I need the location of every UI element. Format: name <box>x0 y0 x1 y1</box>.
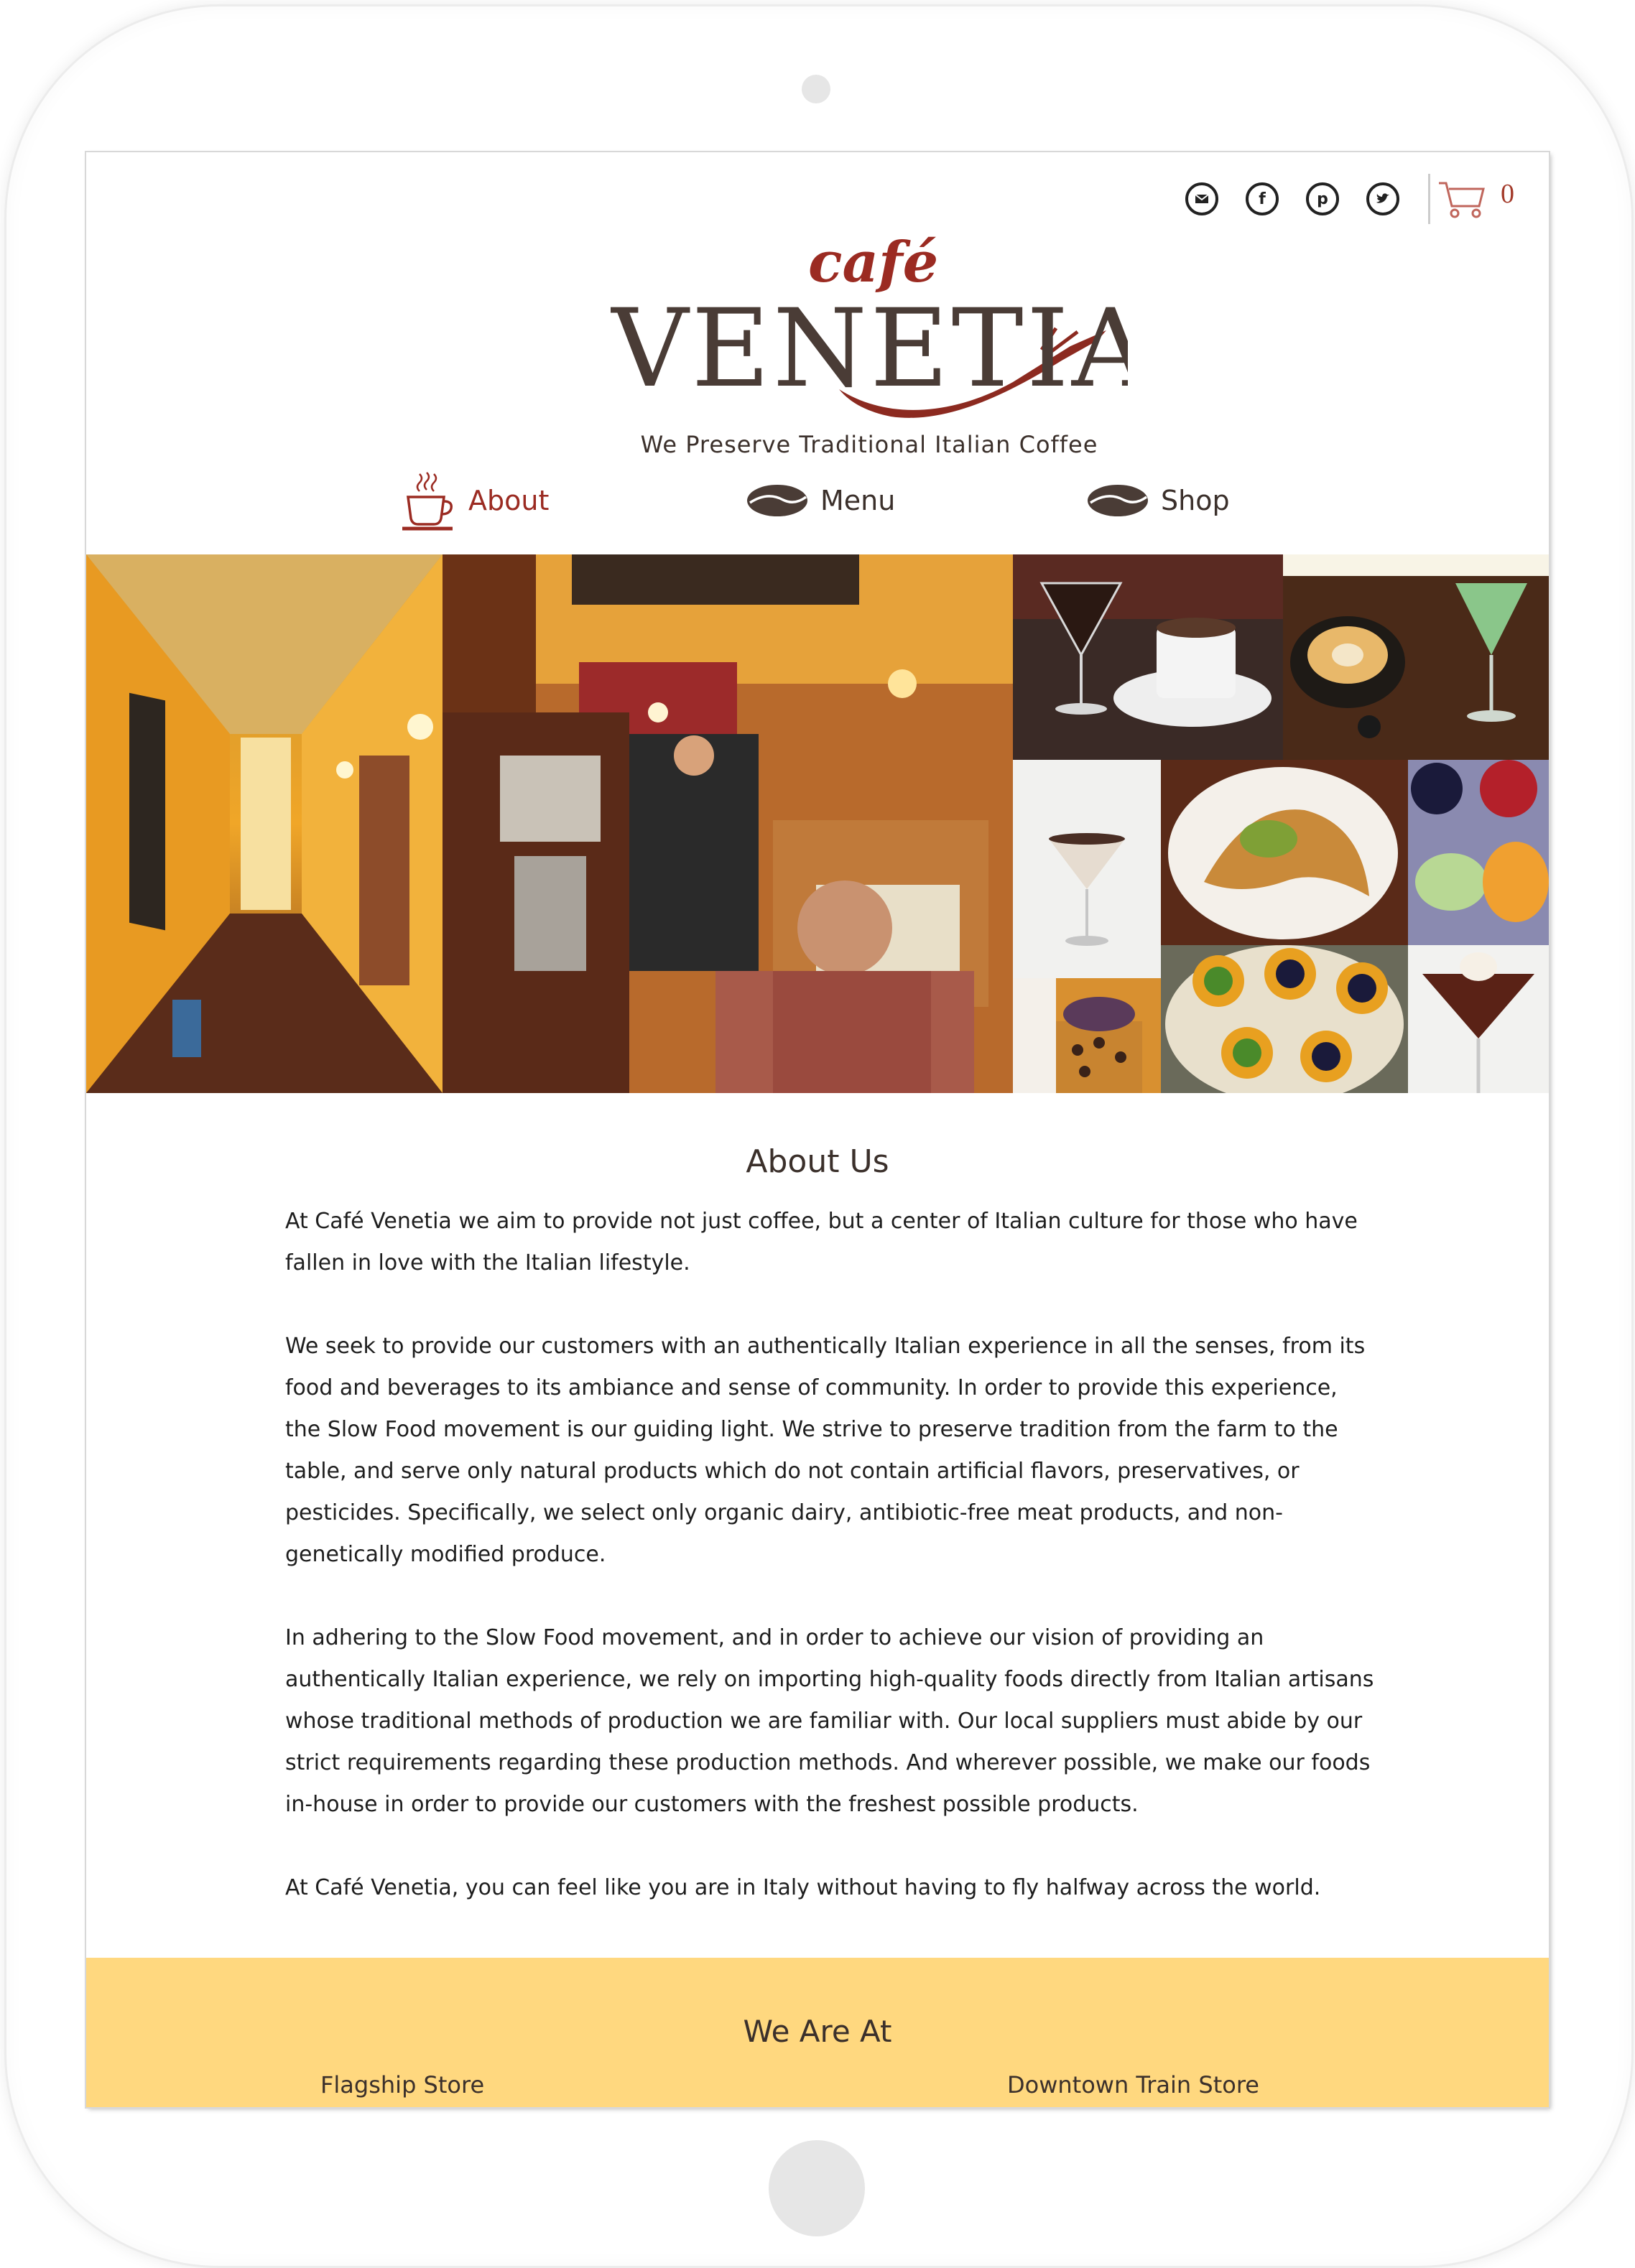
cart-icon[interactable] <box>1437 179 1488 219</box>
coffee-bean-icon <box>1088 485 1148 516</box>
locations-title: We Are At <box>743 2014 892 2049</box>
coffee-bean-icon <box>747 485 807 516</box>
chocolate-mousse-photo <box>1408 945 1549 1093</box>
cart-count[interactable]: 0 <box>1501 178 1514 210</box>
twitter-icon[interactable] <box>1366 182 1399 215</box>
fruit-photo <box>1408 760 1549 945</box>
email-icon[interactable] <box>1185 182 1218 215</box>
logo-cafe: café <box>808 230 938 295</box>
croissant-photo <box>1161 760 1408 945</box>
hot-chocolate-photo <box>1013 554 1283 760</box>
photo-collage <box>86 554 1549 1093</box>
about-paragraph: In adhering to the Slow Food movement, a… <box>285 1625 1374 1817</box>
nav-shop[interactable]: Shop <box>1086 461 1230 540</box>
tablet-camera <box>802 75 830 103</box>
website-screen: f p 0 café VENETIA We Preserve Tradition… <box>86 152 1549 2107</box>
tablet-home-button[interactable] <box>769 2140 865 2236</box>
cafe-hallway-photo <box>86 554 443 1093</box>
main-nav: About Menu Shop <box>86 461 1549 540</box>
pinterest-icon[interactable]: p <box>1306 182 1339 215</box>
tablet-frame: f p 0 café VENETIA We Preserve Tradition… <box>0 0 1635 2268</box>
facebook-icon[interactable]: f <box>1246 182 1279 215</box>
logo-venetia: VENETIA <box>611 287 1128 412</box>
barista-counter-photo <box>443 554 1013 1093</box>
locations-section: We Are At Flagship Store Downtown Train … <box>86 1958 1549 2107</box>
nav-menu-label: Menu <box>820 485 896 516</box>
about-paragraph: We seek to provide our customers with an… <box>285 1334 1366 1567</box>
store-flagship[interactable]: Flagship Store <box>320 2071 484 2099</box>
nav-menu[interactable]: Menu <box>746 461 895 540</box>
coffee-cup-icon <box>402 472 453 531</box>
about-paragraph: At Café Venetia, you can feel like you a… <box>285 1875 1321 1900</box>
social-bar: f p 0 <box>1158 174 1514 224</box>
about-paragraph: At Café Venetia we aim to provide not ju… <box>285 1209 1358 1275</box>
martini-photo <box>1013 760 1161 978</box>
cake-photo <box>1013 978 1161 1093</box>
nav-about[interactable]: About <box>399 461 549 540</box>
nav-shop-label: Shop <box>1161 485 1230 516</box>
fruit-tarts-photo <box>1161 945 1408 1093</box>
about-body: At Café Venetia we aim to provide not ju… <box>285 1201 1377 1951</box>
about-title: About Us <box>746 1143 889 1180</box>
store-downtown-train[interactable]: Downtown Train Store <box>1007 2071 1259 2099</box>
latte-photo <box>1283 554 1549 760</box>
topbar-divider <box>1428 174 1430 224</box>
tagline: We Preserve Traditional Italian Coffee <box>640 431 1098 458</box>
nav-about-label: About <box>468 485 550 516</box>
